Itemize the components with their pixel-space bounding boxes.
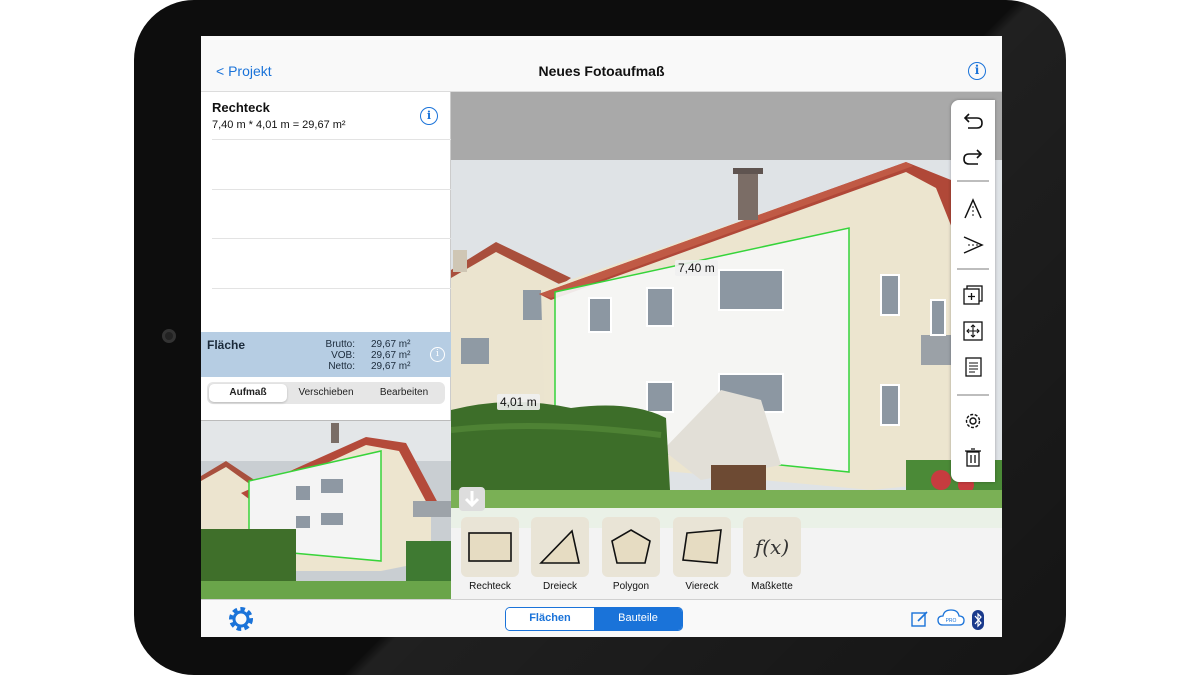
triangle-icon [539,529,580,564]
thumbnail-house-image [201,421,451,599]
brutto-label: Brutto: [325,339,355,350]
bluetooth-icon[interactable] [972,610,984,635]
bottom-bar: Flächen Bauteile PRO [201,599,1002,637]
area-summary-title: Fläche [207,338,246,352]
netto-label: Netto: [328,361,355,372]
dimension-chain-button[interactable]: f(x) [743,517,801,577]
quadrilateral-icon [682,529,722,564]
photo-thumbnail[interactable] [201,420,451,599]
width-measurement-label[interactable]: 7,40 m [675,260,718,276]
vob-label: VOB: [331,350,355,361]
vob-value: 29,67 m² [371,350,411,361]
settings-icon[interactable] [958,406,988,436]
undo-icon[interactable] [958,106,988,136]
horizontal-angle-icon[interactable] [958,230,988,260]
mode-segmented-control: Aufmaß Verschieben Bearbeiten [207,382,445,404]
gear-icon[interactable] [227,605,255,633]
dimension-chain-label: Maßkette [751,581,793,592]
vertical-angle-icon[interactable] [958,194,988,224]
add-layer-icon[interactable] [958,280,988,310]
list-divider [212,288,451,289]
list-divider [212,189,451,190]
app-screen: < Projekt Neues Fotoaufmaß i Rechteck 7,… [201,36,1002,637]
trash-icon[interactable] [958,442,988,472]
toolbar-divider [957,180,989,182]
height-measurement-label[interactable]: 4,01 m [497,394,540,410]
toolbar-divider [957,394,989,396]
photo-editor[interactable]: 7,40 m 4,01 m Rechteck Dreieck Polygon V… [451,92,1002,599]
download-arrow-icon[interactable] [459,487,485,511]
tab-aufmass[interactable]: Aufmaß [209,384,287,402]
tab-verschieben[interactable]: Verschieben [287,384,365,402]
triangle-shape-button[interactable] [531,517,589,577]
item-info-icon[interactable]: i [420,107,438,125]
left-panel: Rechteck 7,40 m * 4,01 m = 29,67 m² i Fl… [201,92,451,599]
netto-value: 29,67 m² [371,361,411,372]
rectangle-shape-button[interactable] [461,517,519,577]
list-divider [212,238,451,239]
rectangle-icon [468,532,512,562]
cloud-icon[interactable]: PRO [937,608,965,633]
polygon-shape-label: Polygon [612,581,650,592]
tab-flaechen[interactable]: Flächen [506,608,594,630]
polygon-icon [611,529,651,564]
list-item-title: Rechteck [212,100,270,115]
tool-sidebar [951,100,995,482]
cloud-text: PRO [946,618,957,624]
navigation-bar: < Projekt Neues Fotoaufmaß i [201,36,1002,92]
area-info-icon[interactable]: i [430,347,445,362]
quadrilateral-shape-label: Viereck [685,581,719,592]
area-summary: Fläche Brutto: 29,67 m² VOB: 29,67 m² Ne… [201,332,451,377]
house-photo [451,160,1002,508]
toolbar-divider [957,268,989,270]
polygon-shape-button[interactable] [602,517,660,577]
tab-bearbeiten[interactable]: Bearbeiten [365,384,443,402]
triangle-shape-label: Dreieck [543,581,577,592]
brutto-value: 29,67 m² [371,339,411,350]
view-segmented-control: Flächen Bauteile [505,607,683,631]
tab-bauteile[interactable]: Bauteile [594,608,682,630]
notes-icon[interactable] [958,352,988,382]
quadrilateral-shape-button[interactable] [673,517,731,577]
function-icon: f(x) [754,535,790,559]
info-icon[interactable]: i [968,62,986,80]
page-title: Neues Fotoaufmaß [538,63,665,79]
list-item-formula: 7,40 m * 4,01 m = 29,67 m² [212,119,346,131]
rectangle-shape-label: Rechteck [469,581,511,592]
redo-icon[interactable] [958,142,988,172]
list-divider [212,139,451,140]
move-icon[interactable] [958,316,988,346]
edit-note-icon[interactable] [911,610,929,633]
tablet-camera [162,329,176,343]
